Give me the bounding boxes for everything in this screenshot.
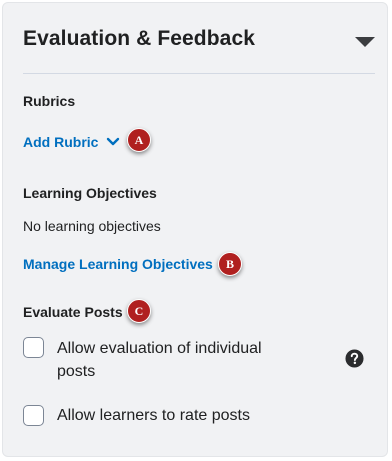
allow-evaluation-label[interactable]: Allow evaluation of individual posts — [57, 337, 262, 383]
header-divider — [23, 73, 375, 74]
add-rubric-button[interactable]: Add Rubric — [23, 134, 120, 150]
caret-down-icon[interactable] — [355, 37, 375, 47]
callout-marker-a: A — [127, 128, 151, 152]
no-objectives-text: No learning objectives — [23, 218, 161, 234]
question-circle-icon[interactable] — [345, 349, 364, 368]
callout-marker-c: C — [127, 299, 151, 323]
manage-learning-objectives-link[interactable]: Manage Learning Objectives — [23, 256, 213, 272]
callout-marker-b: B — [218, 252, 242, 276]
evaluation-feedback-panel: Evaluation & Feedback Rubrics Add Rubric… — [2, 2, 388, 457]
rubrics-section-title: Rubrics — [23, 93, 76, 109]
allow-rate-posts-label[interactable]: Allow learners to rate posts — [57, 404, 250, 427]
chevron-down-icon — [107, 138, 120, 146]
evaluate-posts-section-title: Evaluate Posts — [23, 304, 123, 320]
learning-objectives-section-title: Learning Objectives — [23, 185, 157, 201]
allow-evaluation-label-line2: posts — [57, 363, 96, 380]
allow-evaluation-checkbox[interactable] — [23, 337, 44, 358]
allow-rate-posts-checkbox[interactable] — [23, 405, 44, 426]
add-rubric-label: Add Rubric — [23, 134, 99, 150]
panel-title: Evaluation & Feedback — [23, 27, 256, 50]
allow-evaluation-label-line1: Allow evaluation of individual — [57, 340, 262, 357]
